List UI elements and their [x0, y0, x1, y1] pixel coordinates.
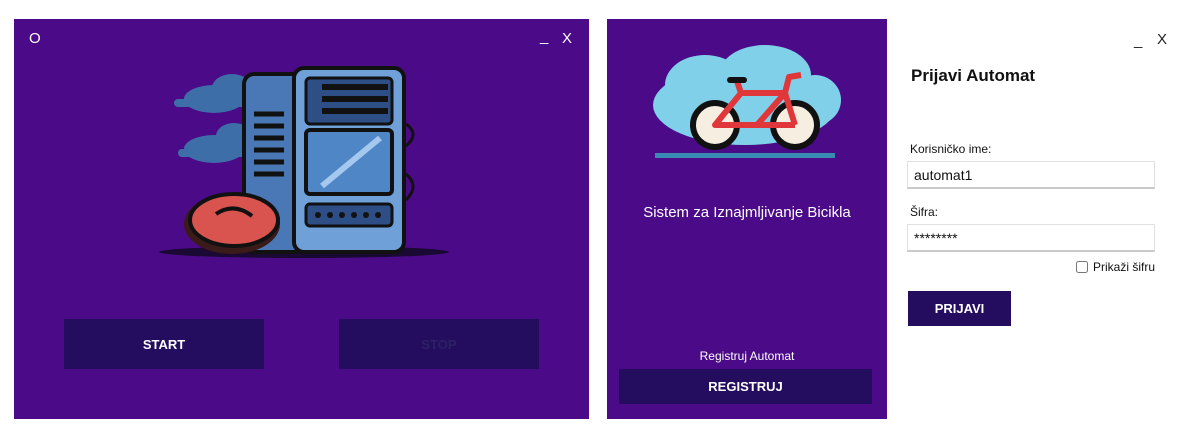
start-button[interactable]: START — [64, 319, 264, 369]
show-password-toggle[interactable]: Prikaži šifru — [1076, 260, 1155, 274]
bicycle-illustration — [653, 45, 841, 158]
username-label: Korisničko ime: — [910, 142, 992, 156]
username-input[interactable] — [907, 161, 1155, 189]
close-button[interactable]: X — [1157, 32, 1167, 47]
show-password-label: Prikaži šifru — [1093, 260, 1156, 274]
app-title: Sistem za Iznajmljivanje Bicikla — [643, 204, 851, 221]
login-button[interactable]: PRIJAVI — [908, 291, 1011, 326]
brand-panel: Sistem za Iznajmljivanje Bicikla Registr… — [607, 19, 887, 419]
show-password-checkbox[interactable] — [1076, 261, 1088, 273]
app-menu-icon[interactable]: O — [29, 31, 41, 46]
minimize-button[interactable]: _ — [1134, 33, 1142, 48]
login-heading: Prijavi Automat — [911, 66, 1036, 85]
password-input[interactable] — [907, 224, 1155, 252]
register-button[interactable]: REGISTRUJ — [619, 369, 872, 404]
login-panel: _ X Prijavi Automat Korisničko ime: Šifr… — [887, 19, 1179, 419]
minimize-button[interactable]: _ — [540, 29, 548, 44]
server-window: O _ X START STOP — [14, 19, 589, 419]
password-label: Šifra: — [910, 205, 939, 219]
stop-button[interactable]: STOP — [339, 319, 539, 369]
server-illustration — [159, 66, 449, 258]
close-button[interactable]: X — [562, 31, 572, 46]
register-caption: Registruj Automat — [699, 349, 795, 363]
